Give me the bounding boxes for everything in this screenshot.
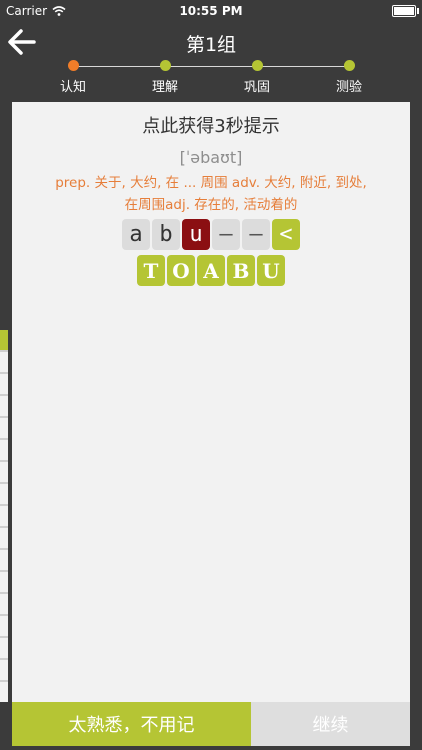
- letter-choice[interactable]: A: [197, 255, 225, 286]
- step-label: 理解: [151, 80, 178, 95]
- background-list-edge: [0, 330, 8, 702]
- step-label: 测验: [335, 80, 362, 95]
- page-title: 第1组: [185, 34, 237, 56]
- answer-tile: a: [122, 219, 150, 250]
- continue-button[interactable]: 继续: [251, 702, 410, 746]
- step-dot: [67, 60, 79, 71]
- phonetic: [ˈəbaʊt]: [179, 148, 243, 167]
- letter-choice[interactable]: B: [227, 255, 255, 286]
- step-recognize: 认知: [43, 60, 103, 95]
- battery-icon: [392, 5, 419, 17]
- answer-tile: b: [152, 219, 180, 250]
- progress-steps: 认知 理解 巩固 测验: [0, 60, 422, 96]
- progress-line: [73, 66, 349, 67]
- letter-choice[interactable]: T: [137, 255, 165, 286]
- clock: 10:55 PM: [179, 4, 243, 18]
- answer-tile-empty: –: [212, 219, 240, 250]
- step-label: 巩固: [243, 80, 270, 95]
- step-consolidate: 巩固: [227, 60, 287, 95]
- step-test: 测验: [319, 60, 379, 95]
- hint-button[interactable]: 点此获得3秒提示: [12, 112, 410, 138]
- definition: prep. 关于, 大约, 在 ... 周围 adv. 大约, 附近, 到处, …: [28, 172, 394, 216]
- definition-line: 在周围adj. 存在的, 活动着的: [124, 197, 298, 213]
- letter-choices: T O A B U: [12, 255, 410, 286]
- step-understand: 理解: [135, 60, 195, 95]
- step-label: 认知: [59, 80, 86, 95]
- definition-line: prep. 关于, 大约, 在 ... 周围 adv. 大约, 附近, 到处,: [55, 175, 367, 191]
- step-dot: [251, 60, 263, 71]
- navigation-bar: 第1组: [0, 22, 422, 62]
- letter-choice[interactable]: U: [257, 255, 285, 286]
- letter-choice[interactable]: O: [167, 255, 195, 286]
- answer-row: a b u – – <: [12, 219, 410, 250]
- answer-tile-empty: –: [242, 219, 270, 250]
- too-familiar-button[interactable]: 太熟悉，不用记: [12, 702, 251, 746]
- footer-actions: 太熟悉，不用记 继续: [12, 702, 410, 746]
- step-dot: [159, 60, 171, 71]
- answer-tile-current: u: [182, 219, 210, 250]
- step-dot: [343, 60, 355, 71]
- list-edge-accent: [0, 330, 8, 350]
- status-bar: Carrier 10:55 PM: [0, 0, 422, 22]
- word-card: 点此获得3秒提示 [ˈəbaʊt] prep. 关于, 大约, 在 ... 周围…: [12, 102, 410, 702]
- delete-button[interactable]: <: [272, 219, 300, 250]
